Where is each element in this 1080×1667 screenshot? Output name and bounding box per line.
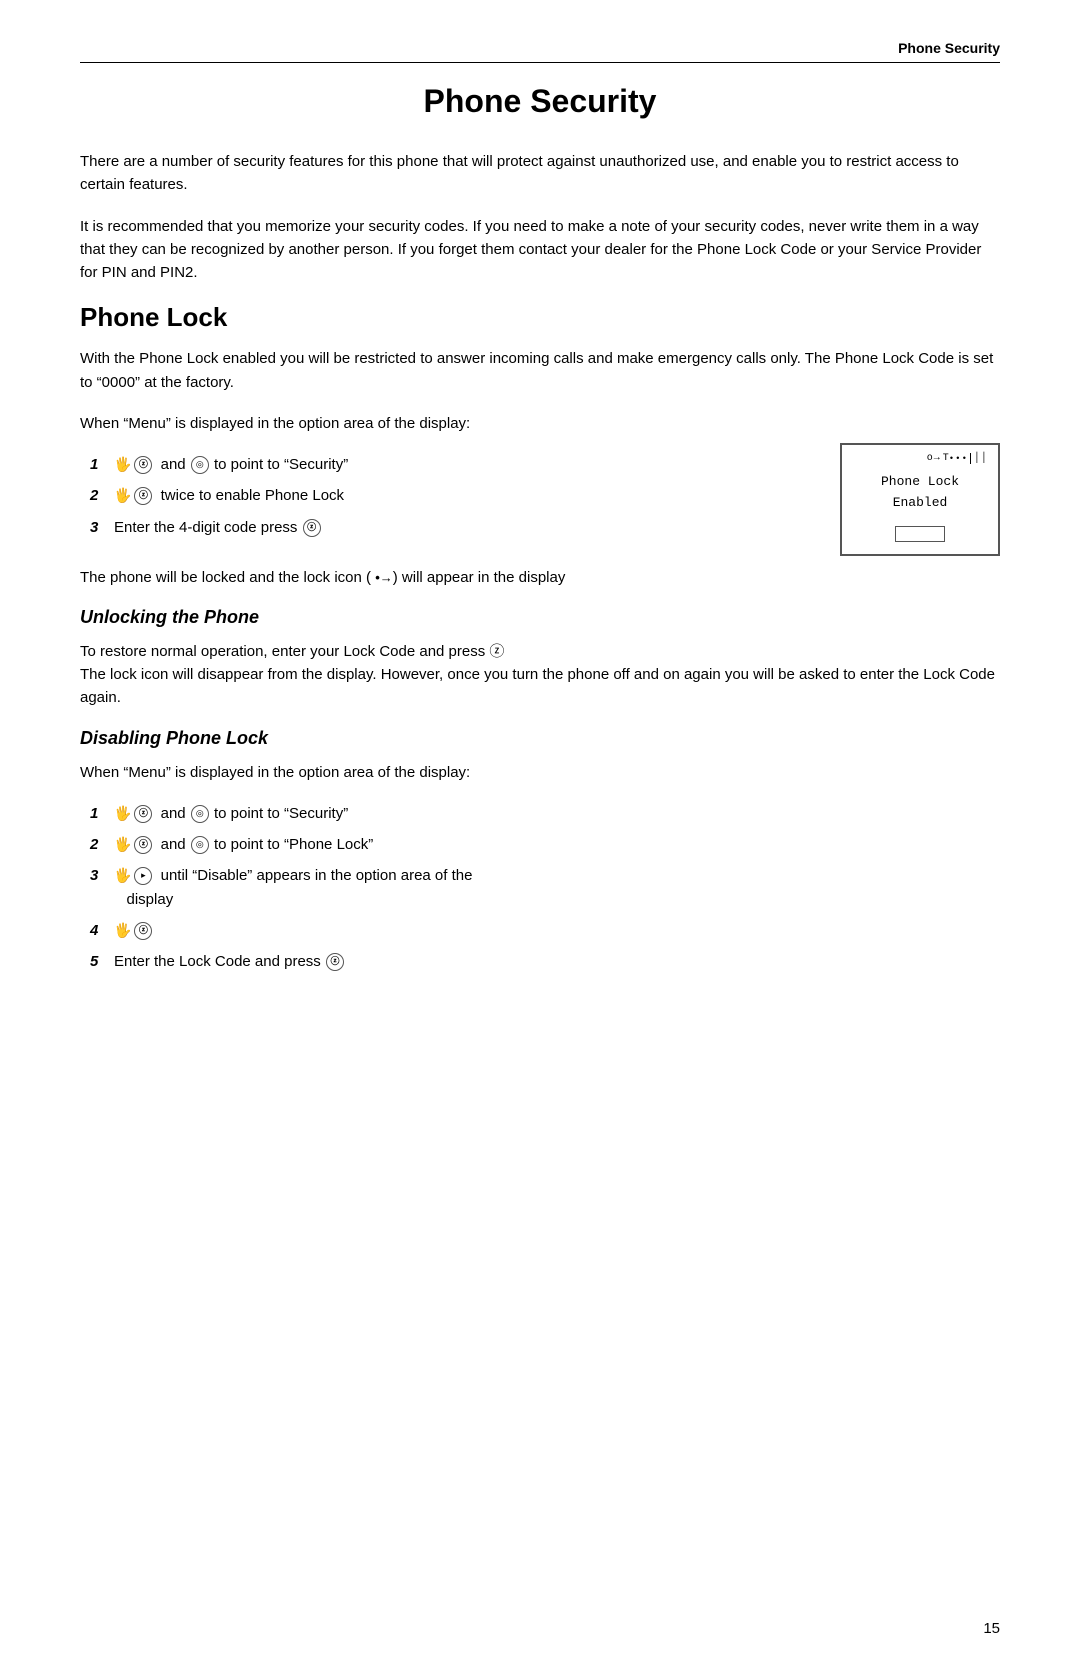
ok-icon-d5: ⓩ — [326, 953, 344, 971]
ok-icon-d1: ⓩ — [134, 805, 152, 823]
disable-step-4: 4 🖐 ⓩ — [90, 919, 1000, 942]
unlocking-text-1: To restore normal operation, enter your … — [80, 643, 504, 660]
phone-lock-after-text: The phone will be locked and the lock ic… — [80, 566, 1000, 589]
ok-icon-2: ⓩ — [134, 487, 152, 505]
disable-step-5: 5 Enter the Lock Code and press ⓩ — [90, 950, 1000, 973]
intro-paragraph-2: It is recommended that you memorize your… — [80, 215, 1000, 285]
hand-icon-d1: 🖐 — [114, 803, 131, 825]
ok-icon-d4: ⓩ — [134, 922, 152, 940]
unlocking-text-2: The lock icon will disappear from the di… — [80, 666, 995, 706]
disabling-steps: 1 🖐 ⓩ and ◎ to point to “Security” 2 🖐 ⓩ… — [80, 802, 1000, 974]
scroll-icon-d2: ◎ — [191, 836, 209, 854]
disable-step-content-2: 🖐 ⓩ and ◎ to point to “Phone Lock” — [114, 833, 1000, 856]
hand-icon-2: 🖐 — [114, 485, 131, 507]
disable-step-3: 3 🖐 ▸ until “Disable” appears in the opt… — [90, 864, 1000, 911]
hand-icon-d3: 🖐 — [114, 865, 131, 887]
page-number: 15 — [983, 1620, 1000, 1637]
disable-step-num-2: 2 — [90, 833, 114, 856]
step-num-2: 2 — [90, 484, 114, 507]
unlocking-text: To restore normal operation, enter your … — [80, 640, 1000, 710]
step-content-2: 🖐 ⓩ twice to enable Phone Lock — [114, 484, 820, 507]
hand-icon-d4: 🖐 — [114, 920, 131, 942]
display-softkey — [895, 526, 945, 542]
lock-icon-inline: •→ — [375, 570, 393, 585]
display-topbar: o→ T ••• ││ — [852, 453, 988, 464]
ok-icon-3: ⓩ — [303, 519, 321, 537]
disable-step-2: 2 🖐 ⓩ and ◎ to point to “Phone Lock” — [90, 833, 1000, 856]
intro-paragraph-1: There are a number of security features … — [80, 150, 1000, 197]
hand-icon-d2: 🖐 — [114, 834, 131, 856]
step-3: 3 Enter the 4-digit code press ⓩ — [90, 516, 820, 539]
step-2: 2 🖐 ⓩ twice to enable Phone Lock — [90, 484, 820, 507]
disable-step-num-4: 4 — [90, 919, 114, 942]
disable-step-content-5: Enter the Lock Code and press ⓩ — [114, 950, 1000, 973]
hand-icon-1: 🖐 — [114, 454, 131, 476]
step-num-1: 1 — [90, 453, 114, 476]
page-header: Phone Security — [80, 40, 1000, 63]
phone-lock-menu-prompt: When “Menu” is displayed in the option a… — [80, 412, 1000, 435]
disabling-menu-prompt: When “Menu” is displayed in the option a… — [80, 761, 1000, 784]
scroll-right-icon-d3: ▸ — [134, 867, 152, 885]
step-content-3: Enter the 4-digit code press ⓩ — [114, 516, 820, 539]
ok-icon-d2: ⓩ — [134, 836, 152, 854]
step-1: 1 🖐 ⓩ and ◎ to point to “Security” — [90, 453, 820, 476]
disable-step-content-1: 🖐 ⓩ and ◎ to point to “Security” — [114, 802, 1000, 825]
page-title: Phone Security — [80, 83, 1000, 120]
phone-display-mockup: o→ T ••• ││ Phone Lock Enabled — [840, 443, 1000, 556]
disable-step-content-4: 🖐 ⓩ — [114, 919, 1000, 942]
disable-step-content-3: 🖐 ▸ until “Disable” appears in the optio… — [114, 864, 1000, 911]
scroll-icon-d1: ◎ — [191, 805, 209, 823]
disable-step-num-5: 5 — [90, 950, 114, 973]
unlocking-heading: Unlocking the Phone — [80, 607, 1000, 628]
disable-step-num-1: 1 — [90, 802, 114, 825]
phone-lock-heading: Phone Lock — [80, 302, 1000, 333]
disable-step-1: 1 🖐 ⓩ and ◎ to point to “Security” — [90, 802, 1000, 825]
disabling-heading: Disabling Phone Lock — [80, 728, 1000, 749]
disable-step-num-3: 3 — [90, 864, 114, 887]
step-num-3: 3 — [90, 516, 114, 539]
display-text: Phone Lock Enabled — [852, 472, 988, 514]
ok-icon-1: ⓩ — [134, 456, 152, 474]
step-content-1: 🖐 ⓩ and ◎ to point to “Security” — [114, 453, 820, 476]
scroll-icon-1: ◎ — [191, 456, 209, 474]
phone-lock-intro: With the Phone Lock enabled you will be … — [80, 347, 1000, 394]
